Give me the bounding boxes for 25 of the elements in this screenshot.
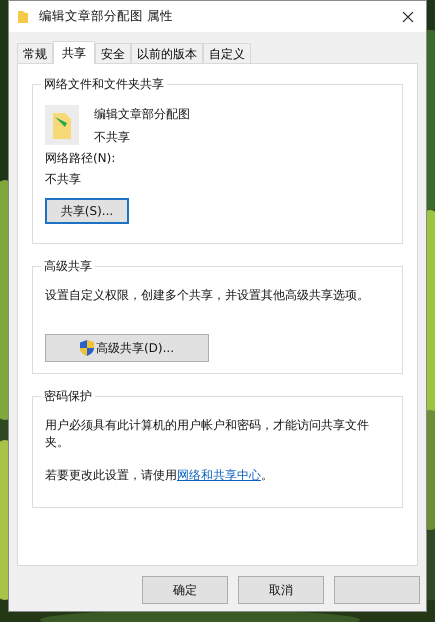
settings-hint: 若要更改此设置，请使用网络和共享中心。	[45, 467, 273, 484]
description-text: 用户必须具有此计算机的用户帐户和密码，才能访问共享文件夹。	[45, 417, 370, 451]
tab[interactable]: 自定义	[203, 43, 251, 64]
close-icon[interactable]	[402, 10, 414, 22]
group-title: 高级共享	[43, 258, 93, 275]
dialog-button[interactable]: 取消	[238, 576, 324, 604]
description-text: 设置自定义权限，创建多个共享，并设置其他高级共享选项。	[45, 287, 369, 304]
folder-name: 编辑文章部分配图	[94, 106, 190, 123]
tab[interactable]: 共享	[53, 41, 95, 64]
window-title: 编辑文章部分配图 属性	[39, 8, 174, 25]
share-button[interactable]: 共享(S)...	[45, 198, 129, 224]
dialog-button[interactable]: 确定	[142, 576, 228, 604]
network-path-value: 不共享	[45, 171, 81, 188]
advanced-sharing-button[interactable]: 高级共享(D)...	[45, 334, 209, 362]
tab[interactable]: 安全	[95, 43, 131, 64]
shield-icon	[80, 340, 94, 356]
folder-icon	[17, 10, 29, 24]
tab[interactable]: 以前的版本	[131, 43, 203, 64]
tab[interactable]: 常规	[17, 43, 53, 64]
network-path-label: 网络路径(N):	[45, 150, 116, 167]
sharing-status: 不共享	[94, 129, 130, 146]
network-center-link[interactable]: 网络和共享中心	[177, 468, 261, 482]
group-title: 密码保护	[43, 388, 93, 405]
group-title: 网络文件和文件夹共享	[43, 76, 165, 93]
folder-icon	[45, 105, 79, 145]
